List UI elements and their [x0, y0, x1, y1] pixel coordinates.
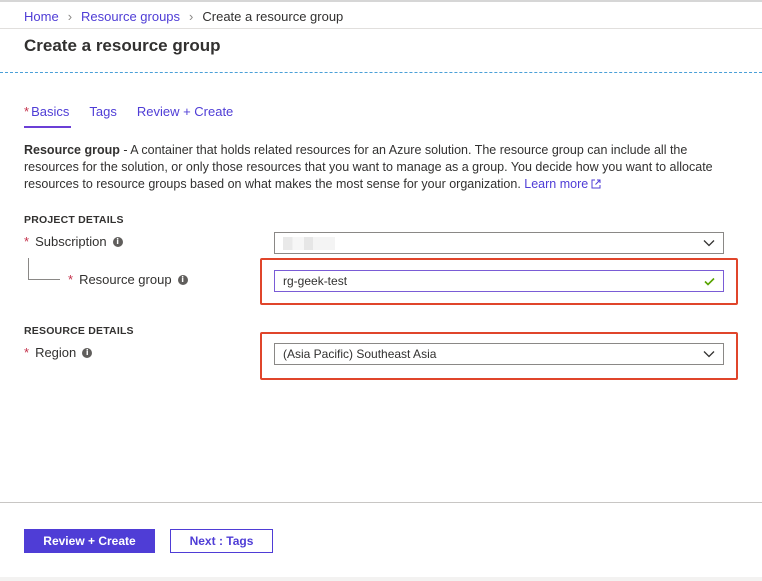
- tree-connector-vertical: [28, 258, 29, 279]
- tree-connector-horizontal: [28, 279, 60, 280]
- top-border: [0, 0, 762, 2]
- tab-basics-label: Basics: [31, 104, 70, 119]
- subscription-value-redacted: [283, 236, 335, 250]
- external-link-icon: [591, 179, 601, 189]
- learn-more-link[interactable]: Learn more: [524, 177, 601, 191]
- resource-group-highlight-box: [260, 258, 738, 305]
- info-icon[interactable]: i: [177, 274, 188, 285]
- breadcrumb-chevron-icon: ›: [189, 8, 194, 24]
- subscription-label-text: Subscription: [35, 234, 107, 249]
- breadcrumb-resource-groups-link[interactable]: Resource groups: [81, 9, 180, 24]
- footer-divider: [0, 502, 762, 503]
- tab-review-create[interactable]: Review + Create: [137, 104, 233, 128]
- info-icon[interactable]: i: [112, 236, 123, 247]
- region-label: * Region i: [24, 345, 93, 360]
- header-divider: [0, 28, 762, 29]
- bottom-strip: [0, 577, 762, 581]
- description-text: - A container that holds related resourc…: [24, 143, 713, 191]
- breadcrumb-current: Create a resource group: [202, 8, 344, 24]
- learn-more-label: Learn more: [524, 177, 589, 191]
- resource-group-label: * Resource group i: [68, 272, 188, 287]
- required-asterisk: *: [24, 104, 30, 119]
- tab-bar: * Basics Tags Review + Create: [24, 104, 253, 128]
- subscription-label: * Subscription i: [24, 234, 123, 249]
- tab-review-create-label: Review + Create: [136, 104, 234, 119]
- project-details-heading: PROJECT DETAILS: [24, 214, 124, 226]
- chevron-down-icon: [703, 240, 715, 247]
- required-asterisk: *: [24, 345, 30, 360]
- required-asterisk: *: [68, 272, 74, 287]
- tab-basics[interactable]: * Basics: [24, 104, 72, 128]
- region-label-text: Region: [35, 345, 77, 360]
- breadcrumb-home-link[interactable]: Home: [24, 9, 59, 24]
- resource-details-heading: RESOURCE DETAILS: [24, 325, 134, 337]
- subscription-dropdown[interactable]: [274, 232, 724, 254]
- info-icon[interactable]: i: [82, 347, 93, 358]
- review-create-button[interactable]: Review + Create: [24, 529, 155, 553]
- tab-tags-label: Tags: [89, 104, 117, 119]
- description-term: Resource group: [24, 143, 120, 157]
- required-asterisk: *: [24, 234, 30, 249]
- resource-group-label-text: Resource group: [79, 272, 172, 287]
- tab-tags[interactable]: Tags: [89, 104, 116, 128]
- breadcrumb: Home › Resource groups › Create a resour…: [24, 8, 343, 24]
- region-highlight-box: [260, 332, 738, 380]
- next-tags-button[interactable]: Next : Tags: [170, 529, 273, 553]
- breadcrumb-chevron-icon: ›: [67, 8, 73, 24]
- page-title: Create a resource group: [24, 36, 221, 55]
- resource-group-description: Resource group - A container that holds …: [24, 142, 724, 193]
- header-dashed-divider: [0, 72, 762, 73]
